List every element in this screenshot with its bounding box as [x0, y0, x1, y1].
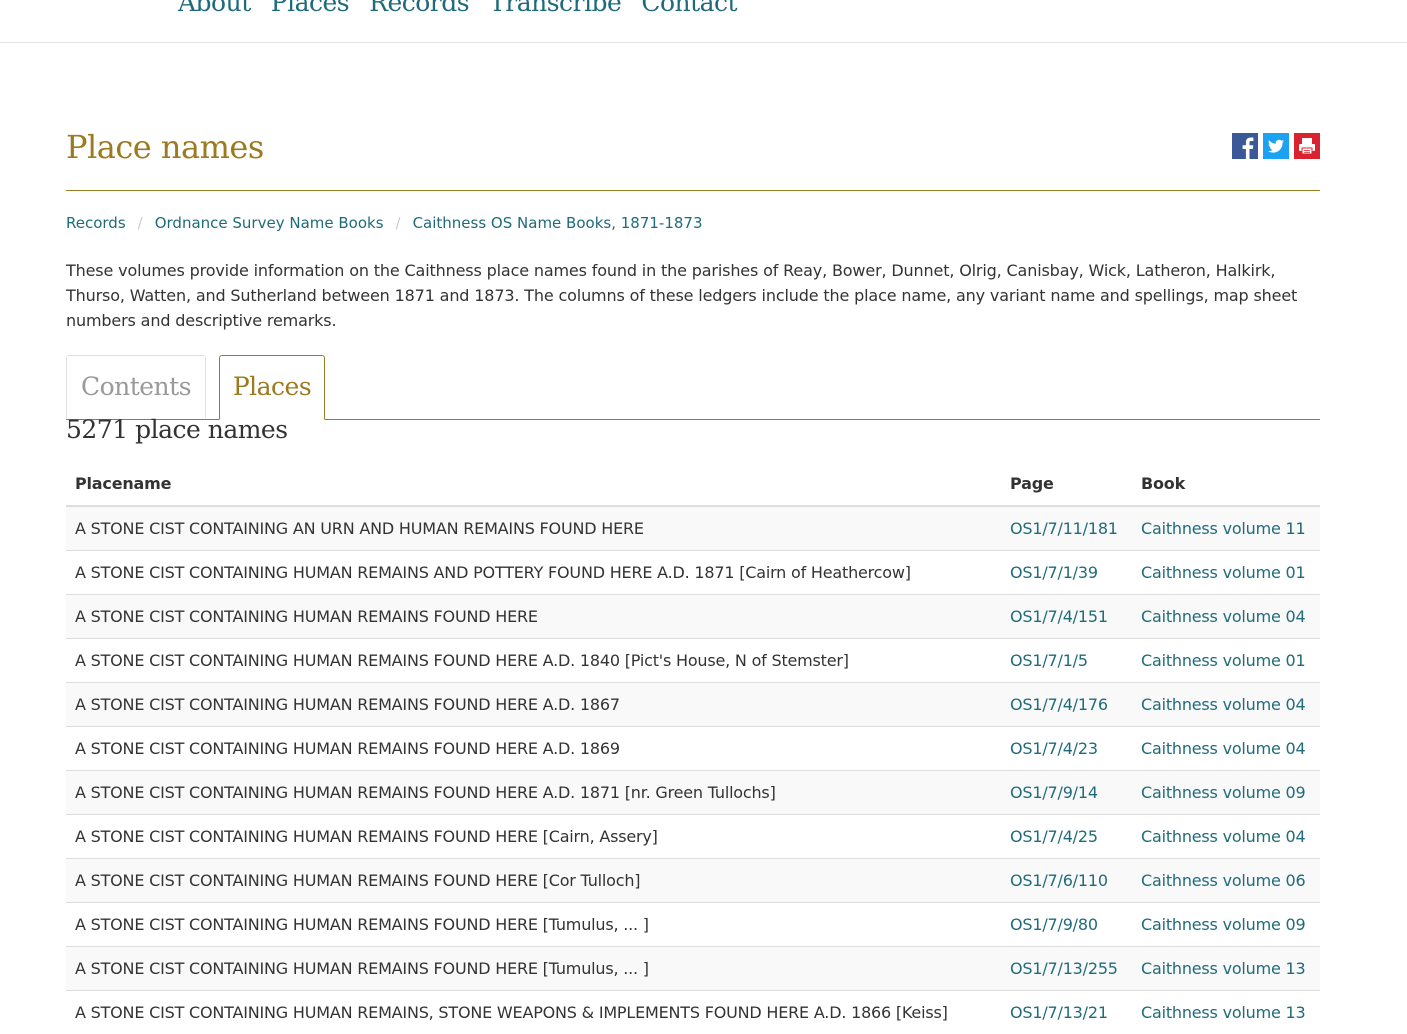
table-row: A STONE CIST CONTAINING HUMAN REMAINS FO…: [66, 727, 1320, 771]
breadcrumb-separator: /: [138, 214, 143, 232]
placename-cell: A STONE CIST CONTAINING HUMAN REMAINS FO…: [66, 639, 1001, 683]
book-link[interactable]: Caithness volume 11: [1141, 519, 1306, 538]
table-row: A STONE CIST CONTAINING HUMAN REMAINS FO…: [66, 771, 1320, 815]
nav-places[interactable]: Places: [271, 0, 349, 17]
page-link[interactable]: OS1/7/13/21: [1010, 1003, 1108, 1022]
page-link[interactable]: OS1/7/1/5: [1010, 651, 1088, 670]
twitter-icon[interactable]: [1263, 133, 1289, 159]
breadcrumb-separator: /: [396, 214, 401, 232]
placename-cell: A STONE CIST CONTAINING HUMAN REMAINS FO…: [66, 771, 1001, 815]
page-link[interactable]: OS1/7/13/255: [1010, 959, 1118, 978]
table-row: A STONE CIST CONTAINING AN URN AND HUMAN…: [66, 506, 1320, 551]
book-link[interactable]: Caithness volume 04: [1141, 827, 1306, 846]
page-link[interactable]: OS1/7/6/110: [1010, 871, 1108, 890]
table-body: A STONE CIST CONTAINING AN URN AND HUMAN…: [66, 506, 1320, 1034]
share-buttons: [1232, 133, 1320, 159]
table-row: A STONE CIST CONTAINING HUMAN REMAINS FO…: [66, 903, 1320, 947]
nav-transcribe[interactable]: Transcribe: [489, 0, 621, 17]
page-link[interactable]: OS1/7/4/151: [1010, 607, 1108, 626]
tab-places[interactable]: Places: [219, 355, 325, 420]
nav-about[interactable]: About: [178, 0, 251, 17]
placename-cell: A STONE CIST CONTAINING HUMAN REMAINS FO…: [66, 595, 1001, 639]
place-count: 5271 place names: [66, 415, 288, 444]
top-navigation: About Places Records Transcribe Contact: [0, 0, 1407, 43]
page-link[interactable]: OS1/7/9/14: [1010, 783, 1098, 802]
placename-cell: A STONE CIST CONTAINING HUMAN REMAINS FO…: [66, 683, 1001, 727]
tab-bar: Contents Places: [66, 355, 1320, 420]
table-row: A STONE CIST CONTAINING HUMAN REMAINS AN…: [66, 551, 1320, 595]
breadcrumb-caithness[interactable]: Caithness OS Name Books, 1871-1873: [413, 214, 703, 232]
nav-records[interactable]: Records: [369, 0, 469, 17]
book-link[interactable]: Caithness volume 01: [1141, 563, 1306, 582]
book-link[interactable]: Caithness volume 04: [1141, 607, 1306, 626]
placename-cell: A STONE CIST CONTAINING HUMAN REMAINS FO…: [66, 815, 1001, 859]
header-book[interactable]: Book: [1132, 461, 1320, 506]
breadcrumb-name-books[interactable]: Ordnance Survey Name Books: [155, 214, 384, 232]
page-link[interactable]: OS1/7/4/176: [1010, 695, 1108, 714]
page-link[interactable]: OS1/7/1/39: [1010, 563, 1098, 582]
book-link[interactable]: Caithness volume 01: [1141, 651, 1306, 670]
placename-cell: A STONE CIST CONTAINING HUMAN REMAINS FO…: [66, 727, 1001, 771]
places-table: Placename Page Book A STONE CIST CONTAIN…: [66, 461, 1320, 1034]
book-link[interactable]: Caithness volume 06: [1141, 871, 1306, 890]
page-link[interactable]: OS1/7/4/25: [1010, 827, 1098, 846]
book-link[interactable]: Caithness volume 04: [1141, 739, 1306, 758]
table-row: A STONE CIST CONTAINING HUMAN REMAINS FO…: [66, 595, 1320, 639]
placename-cell: A STONE CIST CONTAINING HUMAN REMAINS FO…: [66, 903, 1001, 947]
page-link[interactable]: OS1/7/4/23: [1010, 739, 1098, 758]
page-link[interactable]: OS1/7/11/181: [1010, 519, 1118, 538]
placename-cell: A STONE CIST CONTAINING HUMAN REMAINS FO…: [66, 859, 1001, 903]
table-row: A STONE CIST CONTAINING HUMAN REMAINS FO…: [66, 815, 1320, 859]
placename-cell: A STONE CIST CONTAINING HUMAN REMAINS AN…: [66, 551, 1001, 595]
book-link[interactable]: Caithness volume 09: [1141, 915, 1306, 934]
book-link[interactable]: Caithness volume 13: [1141, 959, 1306, 978]
table-row: A STONE CIST CONTAINING HUMAN REMAINS, S…: [66, 991, 1320, 1034]
table-row: A STONE CIST CONTAINING HUMAN REMAINS FO…: [66, 947, 1320, 991]
placename-cell: A STONE CIST CONTAINING HUMAN REMAINS FO…: [66, 947, 1001, 991]
nav-contact[interactable]: Contact: [641, 0, 737, 17]
book-link[interactable]: Caithness volume 09: [1141, 783, 1306, 802]
page-title: Place names: [66, 128, 264, 166]
breadcrumb-records[interactable]: Records: [66, 214, 126, 232]
table-row: A STONE CIST CONTAINING HUMAN REMAINS FO…: [66, 859, 1320, 903]
table-row: A STONE CIST CONTAINING HUMAN REMAINS FO…: [66, 639, 1320, 683]
facebook-icon[interactable]: [1232, 133, 1258, 159]
page-link[interactable]: OS1/7/9/80: [1010, 915, 1098, 934]
book-link[interactable]: Caithness volume 04: [1141, 695, 1306, 714]
book-link[interactable]: Caithness volume 13: [1141, 1003, 1306, 1022]
tab-contents[interactable]: Contents: [66, 355, 206, 418]
intro-text: These volumes provide information on the…: [66, 258, 1320, 333]
placename-cell: A STONE CIST CONTAINING AN URN AND HUMAN…: [66, 506, 1001, 551]
header-placename[interactable]: Placename: [66, 461, 1001, 506]
table-header-row: Placename Page Book: [66, 461, 1320, 506]
table-row: A STONE CIST CONTAINING HUMAN REMAINS FO…: [66, 683, 1320, 727]
header-page[interactable]: Page: [1001, 461, 1132, 506]
placename-cell: A STONE CIST CONTAINING HUMAN REMAINS, S…: [66, 991, 1001, 1034]
title-divider: [66, 190, 1320, 191]
print-icon[interactable]: [1294, 133, 1320, 159]
breadcrumb: Records / Ordnance Survey Name Books / C…: [66, 214, 703, 232]
nav-menu: About Places Records Transcribe Contact: [178, 0, 757, 17]
